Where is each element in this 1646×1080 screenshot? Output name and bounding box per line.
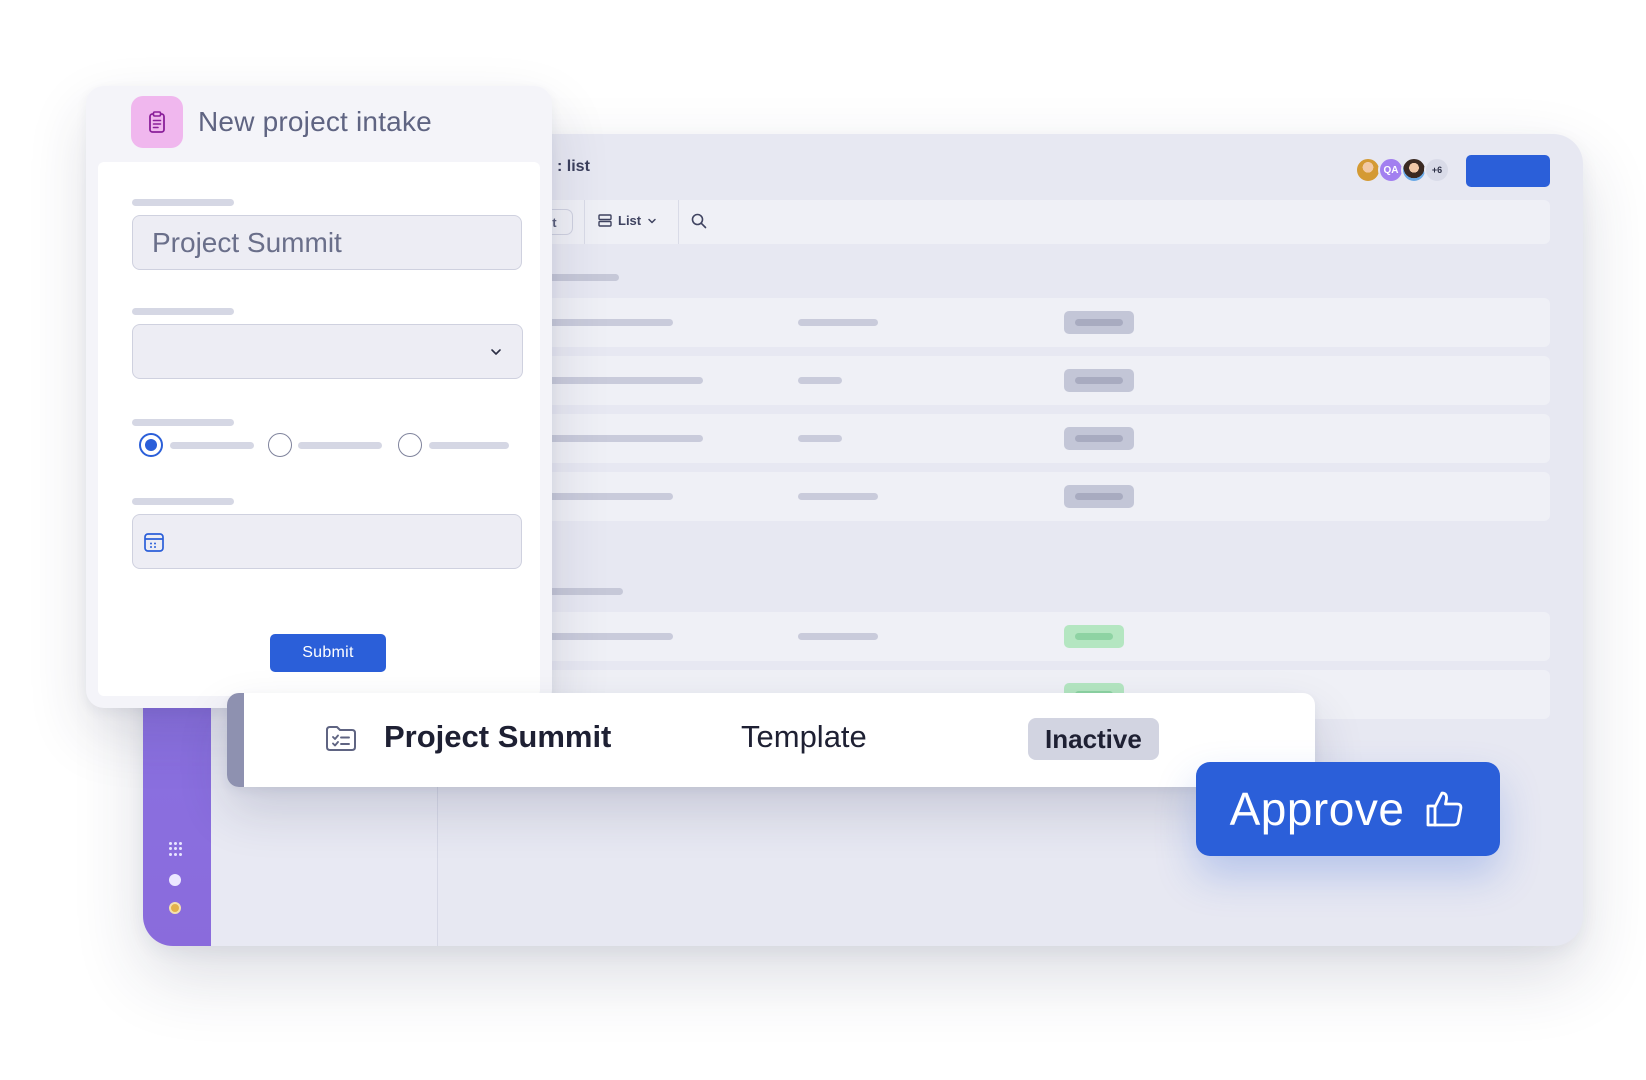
project-name: Project Summit: [384, 719, 612, 754]
calendar-icon: [144, 533, 164, 552]
table-row[interactable]: [543, 298, 1550, 347]
radio-label: [429, 442, 509, 449]
collaborator-avatars[interactable]: QA +6: [1355, 157, 1450, 183]
task-group-1: [543, 298, 1550, 530]
project-type-select[interactable]: [132, 324, 523, 379]
approve-button[interactable]: Approve: [1196, 762, 1500, 856]
field-label: [132, 199, 234, 206]
project-row-card[interactable]: Project Summit Template Inactive: [227, 693, 1315, 787]
radio-option-2[interactable]: [268, 433, 292, 457]
user-avatar-icon[interactable]: [169, 902, 181, 914]
radio-option-1[interactable]: [139, 433, 163, 457]
radio-label: [170, 442, 254, 449]
status-badge: [1064, 485, 1134, 508]
field-label: [132, 419, 234, 426]
table-row[interactable]: [543, 414, 1550, 463]
table-row[interactable]: [543, 356, 1550, 405]
date-input[interactable]: [132, 514, 522, 569]
toolbar-divider: [678, 200, 679, 244]
radio-label: [298, 442, 382, 449]
table-row[interactable]: [543, 612, 1550, 661]
form-title: New project intake: [198, 106, 432, 137]
status-badge: [1064, 625, 1124, 648]
list-toolbar: ct List: [543, 200, 1550, 244]
view-toggle-label: List: [618, 213, 642, 228]
illustration-stage: : list QA +6 ct List: [0, 0, 1646, 1080]
field-label: [132, 308, 234, 315]
help-icon[interactable]: [169, 874, 181, 886]
apps-grid-icon[interactable]: [169, 842, 183, 856]
primary-action-button[interactable]: [1466, 155, 1550, 187]
clipboard-icon: [149, 111, 165, 133]
toolbar-divider: [584, 200, 585, 244]
group-header: [543, 274, 619, 281]
chevron-down-icon: [648, 218, 656, 223]
group-header: [543, 588, 623, 595]
form-header-badge: [131, 96, 183, 148]
status-badge: Inactive: [1028, 718, 1159, 760]
intake-form-card: New project intake Project Summit Submit: [86, 86, 552, 708]
project-name-input[interactable]: Project Summit: [132, 215, 522, 270]
status-badge: [1064, 427, 1134, 450]
status-badge: [1064, 311, 1134, 334]
table-row[interactable]: [543, 472, 1550, 521]
submit-button[interactable]: Submit: [270, 634, 386, 672]
more-avatars-count[interactable]: +6: [1424, 157, 1450, 183]
page-title: : list: [557, 158, 590, 175]
radio-option-3[interactable]: [398, 433, 422, 457]
form-body: Project Summit Submit: [98, 162, 540, 696]
list-icon: [598, 214, 612, 227]
thumbs-up-icon: [1427, 791, 1463, 827]
search-icon[interactable]: [691, 213, 707, 229]
folder-checklist-icon: [326, 726, 356, 751]
project-name-value: Project Summit: [152, 227, 342, 258]
chevron-down-icon: [491, 349, 501, 355]
view-toggle[interactable]: List: [598, 213, 657, 228]
field-label: [132, 498, 234, 505]
row-accent: [227, 693, 244, 787]
approve-button-label: Approve: [1229, 783, 1405, 835]
project-type: Template: [741, 719, 867, 754]
status-badge: [1064, 369, 1134, 392]
